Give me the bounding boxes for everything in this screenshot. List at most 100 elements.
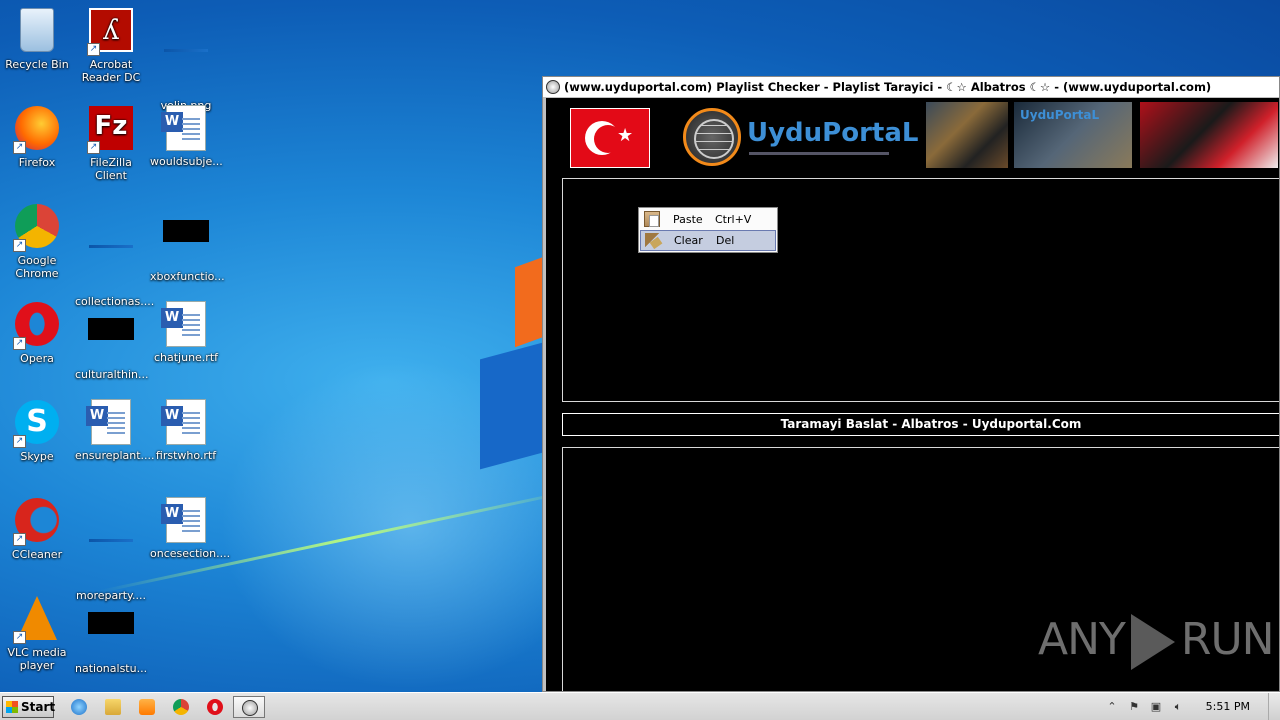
volume-icon[interactable]: 🔈︎ bbox=[1171, 700, 1185, 714]
desktop-icon-label: FileZilla Client bbox=[90, 156, 132, 182]
opera-icon bbox=[207, 699, 223, 715]
media-player-icon bbox=[139, 699, 155, 715]
desktop-icon-acrobat[interactable]: ʎ ↗ Acrobat Reader DC bbox=[74, 6, 148, 84]
desktop-icon-label: ensureplant.... bbox=[75, 449, 155, 462]
taskbar-opera-button[interactable] bbox=[202, 696, 228, 718]
desktop-icon-label: firstwho.rtf bbox=[155, 449, 217, 462]
menu-item-label: Paste bbox=[673, 213, 703, 226]
word-document-icon bbox=[161, 497, 206, 543]
turkish-flag-image: ★ bbox=[570, 108, 650, 168]
paste-icon bbox=[644, 211, 660, 227]
chrome-icon bbox=[173, 699, 189, 715]
desktop-icon-label: chatjune.rtf bbox=[153, 351, 219, 364]
globe-logo-icon bbox=[683, 108, 741, 166]
desktop-icon-label: nationalstu... bbox=[75, 662, 148, 675]
playlist-checker-window[interactable]: (www.uyduportal.com) Playlist Checker - … bbox=[542, 76, 1280, 692]
word-document-icon bbox=[161, 399, 206, 445]
desktop-icon-chrome[interactable]: ↗ Google Chrome bbox=[0, 202, 74, 280]
desktop-icon-label: oncesection.... bbox=[150, 547, 231, 560]
menu-item-clear[interactable]: Clear Del bbox=[640, 230, 776, 251]
desktop-icon-label: xboxfunctio... bbox=[150, 270, 225, 283]
file-thumbnail-icon bbox=[163, 220, 209, 242]
file-thumbnail-icon bbox=[89, 245, 133, 248]
clock[interactable]: 5:51 PM bbox=[1206, 693, 1250, 720]
shortcut-arrow-icon: ↗ bbox=[87, 141, 100, 154]
shortcut-arrow-icon: ↗ bbox=[13, 141, 26, 154]
word-document-icon bbox=[86, 399, 131, 445]
taskbar-ie-button[interactable] bbox=[66, 696, 92, 718]
desktop-icon-label: Recycle Bin bbox=[5, 58, 69, 71]
watermark-text: RUN bbox=[1180, 614, 1275, 665]
shortcut-arrow-icon: ↗ bbox=[87, 43, 100, 56]
banner-collage-image: UyduPortaL bbox=[926, 102, 1278, 168]
uyduportal-logo: UyduPortaL bbox=[683, 108, 918, 168]
desktop-icon-label: culturalthin... bbox=[75, 368, 149, 381]
window-titlebar[interactable]: (www.uyduportal.com) Playlist Checker - … bbox=[543, 77, 1279, 97]
desktop-icon-file[interactable]: firstwho.rtf bbox=[149, 398, 223, 462]
menu-item-label: Clear bbox=[674, 234, 703, 247]
context-menu: Paste Ctrl+V Clear Del bbox=[638, 207, 778, 253]
action-center-flag-icon[interactable]: ⚑ bbox=[1127, 700, 1141, 714]
watermark-text: ANY bbox=[1038, 614, 1126, 665]
internet-explorer-icon bbox=[71, 699, 87, 715]
file-thumbnail-icon bbox=[89, 539, 133, 542]
desktop-icon-file[interactable]: wouldsubje... bbox=[149, 104, 223, 168]
desktop-icon-label: Firefox bbox=[18, 156, 56, 169]
taskbar-chrome-button[interactable] bbox=[168, 696, 194, 718]
desktop-icon-label: CCleaner bbox=[11, 548, 63, 561]
desktop-icon-skype[interactable]: S ↗ Skype bbox=[0, 398, 74, 463]
word-document-icon bbox=[161, 105, 206, 151]
desktop-icon-vlc[interactable]: ↗ VLC media player bbox=[0, 594, 74, 672]
tray-expand-icon[interactable]: ⌃ bbox=[1105, 700, 1119, 714]
desktop-icon-filezilla[interactable]: Fz ↗ FileZilla Client bbox=[74, 104, 148, 182]
network-icon[interactable]: ▣ bbox=[1149, 700, 1163, 714]
windows-logo-icon bbox=[6, 701, 18, 713]
desktop-icon-opera[interactable]: ↗ Opera bbox=[0, 300, 74, 365]
desktop-icon-file[interactable]: collectionas.... bbox=[74, 202, 154, 308]
globe-icon bbox=[546, 80, 560, 94]
broom-icon bbox=[645, 233, 661, 249]
desktop-icon-firefox[interactable]: ↗ Firefox bbox=[0, 104, 74, 169]
banner: ★ UyduPortaL UyduPortaL bbox=[546, 98, 1279, 172]
recycle-bin-icon bbox=[20, 8, 54, 52]
desktop-icon-file[interactable]: xboxfunctio... bbox=[149, 202, 225, 283]
start-label: Start bbox=[21, 700, 56, 714]
desktop-icon-label: Acrobat Reader DC bbox=[81, 58, 141, 84]
shortcut-arrow-icon: ↗ bbox=[13, 631, 26, 644]
system-tray: ⌃ ⚑ ▣ 🔈︎ 5:51 PM bbox=[1105, 693, 1280, 720]
shortcut-arrow-icon: ↗ bbox=[13, 337, 26, 350]
desktop-icon-file[interactable]: nationalstu... bbox=[74, 594, 148, 675]
folder-icon bbox=[105, 699, 121, 715]
show-desktop-button[interactable] bbox=[1268, 693, 1280, 720]
desktop-icon-label: VLC media player bbox=[7, 646, 67, 672]
start-button[interactable]: Start bbox=[2, 696, 56, 718]
menu-item-shortcut: Del bbox=[716, 234, 735, 247]
desktop-icon-file[interactable]: culturalthin... bbox=[74, 300, 148, 381]
desktop-icon-file[interactable]: chatjune.rtf bbox=[149, 300, 223, 364]
desktop-icon-label: Skype bbox=[20, 450, 54, 463]
file-thumbnail-icon bbox=[88, 612, 134, 634]
desktop-icon-file[interactable]: ensureplant.... bbox=[74, 398, 155, 462]
desktop-icon-file[interactable]: oncesection.... bbox=[149, 496, 231, 560]
start-scan-button[interactable]: Taramayi Baslat - Albatros - Uyduportal.… bbox=[562, 413, 1279, 436]
wallpaper-logo-shape bbox=[480, 340, 550, 470]
collage-brand: UyduPortaL bbox=[1020, 108, 1100, 122]
taskbar-explorer-button[interactable] bbox=[100, 696, 126, 718]
menu-item-paste[interactable]: Paste Ctrl+V bbox=[640, 209, 776, 230]
desktop-icon-file[interactable]: volin.png bbox=[149, 6, 223, 112]
shortcut-arrow-icon: ↗ bbox=[13, 435, 26, 448]
file-thumbnail-icon bbox=[164, 49, 208, 52]
taskbar-media-player-button[interactable] bbox=[134, 696, 160, 718]
desktop-icon-file[interactable]: moreparty.... bbox=[74, 496, 148, 602]
file-thumbnail-icon bbox=[88, 318, 134, 340]
window-body: ★ UyduPortaL UyduPortaL Taramayi Baslat … bbox=[546, 98, 1279, 691]
shortcut-arrow-icon: ↗ bbox=[13, 239, 26, 252]
taskbar-playlist-checker-button[interactable] bbox=[233, 696, 265, 718]
desktop-icon-recycle-bin[interactable]: Recycle Bin bbox=[0, 6, 74, 71]
brand-name: UyduPortaL bbox=[747, 118, 919, 148]
desktop-icon-label: wouldsubje... bbox=[150, 155, 223, 168]
taskbar: Start ⌃ ⚑ ▣ 🔈︎ 5:51 PM bbox=[0, 692, 1280, 720]
window-title: (www.uyduportal.com) Playlist Checker - … bbox=[564, 80, 1212, 94]
desktop-icon-ccleaner[interactable]: ↗ CCleaner bbox=[0, 496, 74, 561]
globe-icon bbox=[242, 700, 258, 716]
